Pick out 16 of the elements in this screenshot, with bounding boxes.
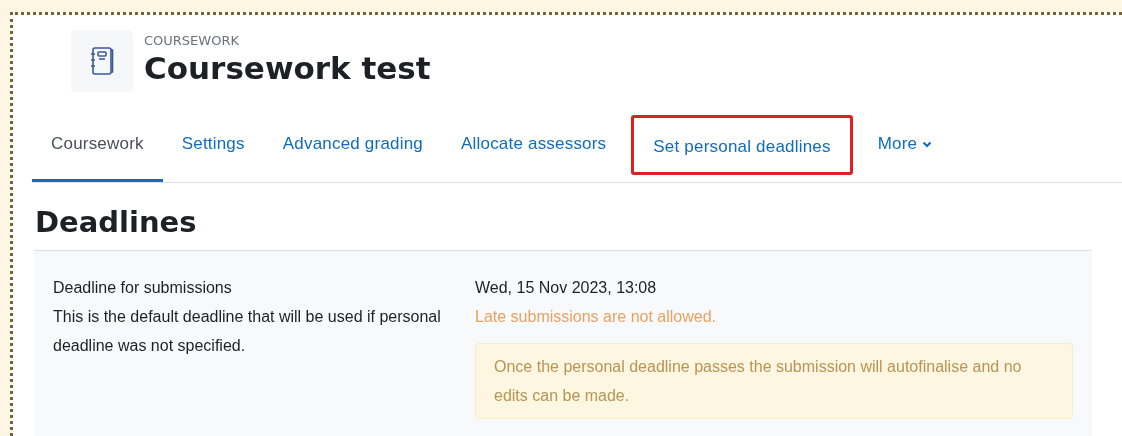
caret-icon <box>922 141 933 148</box>
module-label: COURSEWORK <box>144 33 240 49</box>
notebook-icon <box>71 30 133 92</box>
nav-tab[interactable]: Advanced grading <box>263 108 442 182</box>
alert-message: Once the personal deadline passes the submission will autofinalise and no edits can be made. <box>475 342 1073 419</box>
nav-tab[interactable]: Settings <box>162 108 264 182</box>
page-title: Coursework test <box>144 49 431 89</box>
late-notice: Late submissions are not allowed. <box>475 306 718 327</box>
deadline-date: Wed, 15 Nov 2023, 13:08 <box>475 277 658 298</box>
nav-tab[interactable]: Coursework <box>32 108 163 182</box>
section-heading: Deadlines <box>35 205 198 240</box>
nav-tab[interactable]: Allocate assessors <box>442 108 626 182</box>
deadline-description: This is the default deadline that will be used if personal deadline was not specified. <box>53 306 442 356</box>
nav-tab[interactable]: Set personal deadlines <box>631 115 853 175</box>
nav-tab[interactable]: More <box>858 108 952 182</box>
deadline-label: Deadline for submissions <box>53 277 233 298</box>
